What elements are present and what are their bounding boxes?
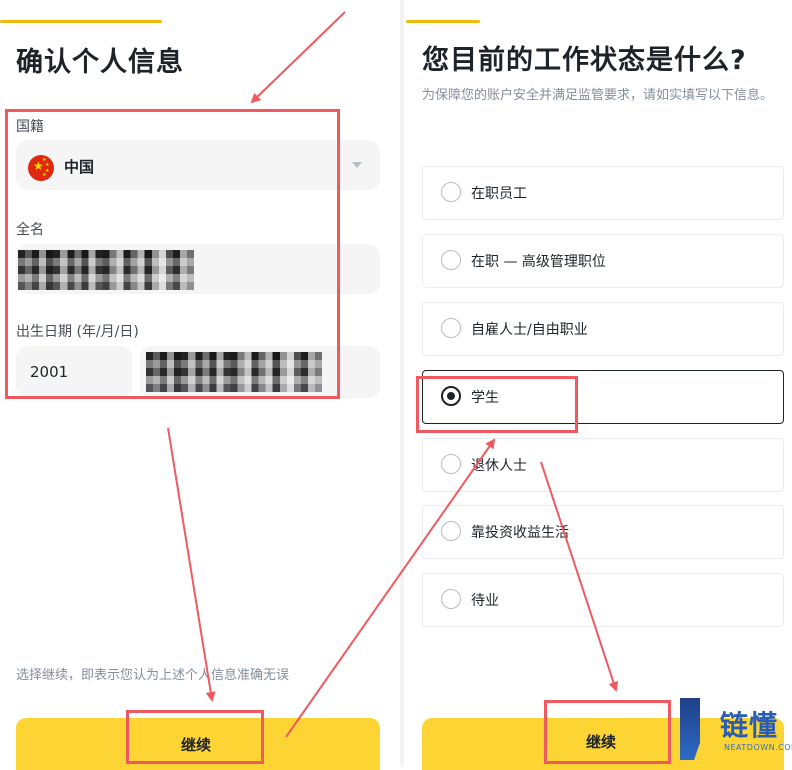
option-label: 在职员工 (471, 186, 527, 202)
nationality-value: 中国 (64, 158, 95, 176)
page-title: 确认个人信息 (16, 47, 184, 78)
dob-label: 出生日期 (年/月/日) (16, 324, 139, 340)
option-label: 待业 (471, 593, 499, 609)
confirmation-note: 选择继续，即表示您认为上述个人信息准确无误 (16, 668, 290, 683)
logo-icon (680, 698, 700, 760)
radio-icon (441, 521, 461, 541)
nationality-select[interactable]: ★ ★ ★ ★ ★ 中国 (16, 140, 380, 190)
dob-month-day-input[interactable] (140, 346, 380, 398)
fullname-input[interactable] (16, 244, 380, 294)
watermark-domain: NEATDOWN.COM (724, 743, 792, 752)
nationality-label: 国籍 (16, 119, 44, 135)
continue-button-label: 继续 (586, 733, 617, 751)
option-senior-management[interactable]: 在职 — 高级管理职位 (422, 234, 784, 288)
option-unemployed[interactable]: 待业 (422, 573, 784, 627)
option-label: 学生 (471, 390, 499, 406)
option-investment-income[interactable]: 靠投资收益生活 (422, 505, 784, 559)
radio-selected-icon (441, 386, 461, 406)
radio-icon (441, 182, 461, 202)
china-flag-icon: ★ ★ ★ ★ ★ (28, 155, 54, 181)
redacted-name (18, 250, 194, 290)
page-title: 您目前的工作状态是什么? (422, 45, 747, 76)
option-employed[interactable]: 在职员工 (422, 166, 784, 220)
dob-year-input[interactable]: 2001 (16, 346, 132, 398)
page-subtitle: 为保障您的账户安全并满足监管要求，请如实填写以下信息。 (422, 88, 774, 103)
radio-icon (441, 589, 461, 609)
site-watermark: 链懂 NEATDOWN.COM (676, 694, 792, 764)
chevron-down-icon (352, 162, 362, 168)
progress-bar (406, 20, 480, 23)
radio-icon (441, 250, 461, 270)
radio-icon (441, 318, 461, 338)
option-student[interactable]: 学生 (422, 370, 784, 424)
option-label: 自雇人士/自由职业 (471, 322, 588, 338)
watermark-name: 链懂 (720, 709, 779, 742)
continue-button-label: 继续 (181, 736, 212, 754)
option-retired[interactable]: 退休人士 (422, 438, 784, 492)
radio-icon (441, 454, 461, 474)
option-self-employed[interactable]: 自雇人士/自由职业 (422, 302, 784, 356)
progress-bar (0, 20, 162, 23)
employment-status-screen: 您目前的工作状态是什么? 为保障您的账户安全并满足监管要求，请如实填写以下信息。… (404, 0, 792, 770)
option-label: 靠投资收益生活 (471, 525, 569, 541)
personal-info-screen: 确认个人信息 国籍 ★ ★ ★ ★ ★ 中国 全名 出生日期 (年/月/日) 2… (0, 0, 400, 770)
fullname-label: 全名 (16, 222, 44, 238)
redacted-date (146, 352, 322, 392)
dob-year-value: 2001 (30, 363, 69, 381)
option-label: 退休人士 (471, 458, 527, 474)
option-label: 在职 — 高级管理职位 (471, 254, 606, 270)
